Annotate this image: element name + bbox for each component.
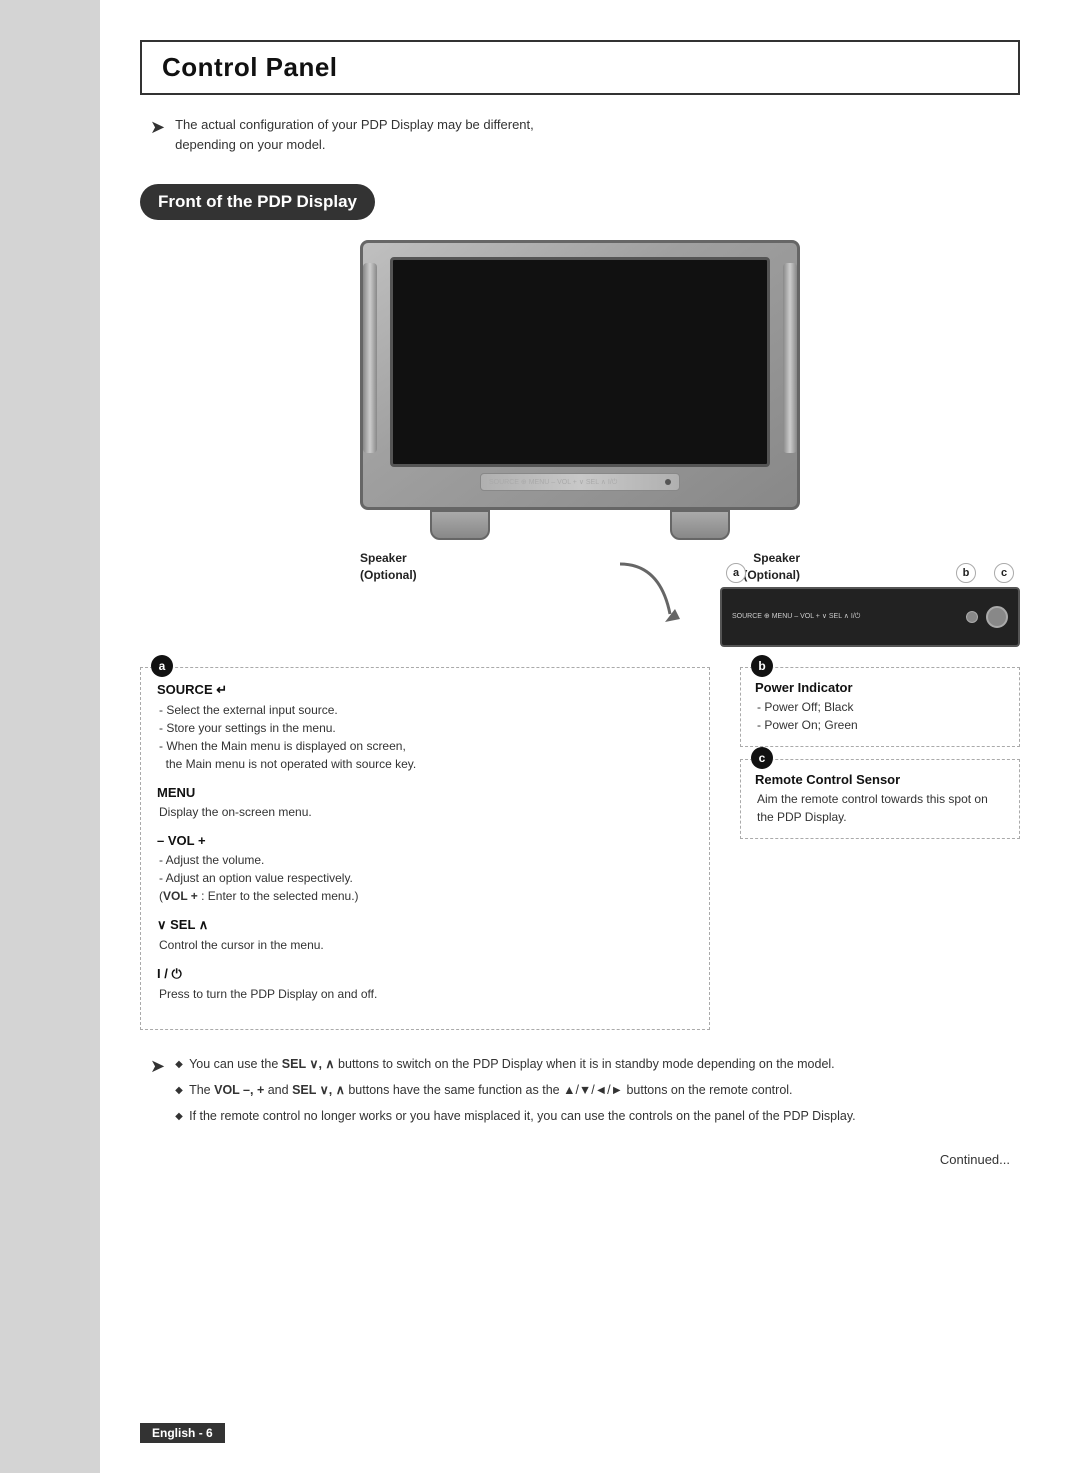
desc-source-title: SOURCE ↵	[157, 682, 693, 698]
tv-body: SOURCE ⊕ MENU – VOL + ∨ SEL ∧ I/⏻	[360, 240, 800, 510]
zoom-area: a b c SOURCE ⊕ MENU – VOL + ∨ SEL ∧ I/⏻	[140, 554, 1020, 647]
desc-c-text: Aim the remote control towards this spot…	[755, 790, 1005, 826]
desc-vol-text: - Adjust the volume. - Adjust an option …	[157, 851, 693, 905]
footer-bar: English - 6	[100, 1423, 1080, 1443]
desc-source: SOURCE ↵ - Select the external input sou…	[157, 682, 693, 773]
footer-lang: English - 6	[140, 1423, 225, 1443]
desc-c-title: Remote Control Sensor	[755, 772, 1005, 787]
desc-box-a: a SOURCE ↵ - Select the external input s…	[140, 667, 710, 1030]
panel-circle-labels: a b c	[720, 563, 1020, 583]
panel-led	[966, 611, 978, 623]
tv-side-bar-right	[783, 263, 797, 453]
page-title: Control Panel	[162, 52, 998, 83]
desc-b-text: - Power Off; Black - Power On; Green	[755, 698, 1005, 734]
desc-b-title: Power Indicator	[755, 680, 1005, 695]
tv-area: SOURCE ⊕ MENU – VOL + ∨ SEL ∧ I/⏻	[140, 240, 1020, 540]
desc-menu-title: MENU	[157, 785, 693, 800]
panel-closeup-inner: SOURCE ⊕ MENU – VOL + ∨ SEL ∧ I/⏻	[732, 612, 966, 621]
tv-led-dot	[665, 479, 671, 485]
note-row: ➤ The actual configuration of your PDP D…	[140, 115, 1020, 154]
tv-controls-bar: SOURCE ⊕ MENU – VOL + ∨ SEL ∧ I/⏻	[480, 473, 680, 491]
panel-label-a: a	[726, 563, 746, 583]
tv-stand-right	[670, 510, 730, 540]
panel-zoom-area: a b c SOURCE ⊕ MENU – VOL + ∨ SEL ∧ I/⏻	[720, 563, 1020, 647]
note-text: The actual configuration of your PDP Dis…	[175, 115, 534, 154]
circle-badge-b: b	[751, 655, 773, 677]
tv-stand-between	[490, 510, 670, 540]
content-area: Control Panel ➤ The actual configuration…	[100, 0, 1080, 1207]
desc-right: b Power Indicator - Power Off; Black - P…	[740, 667, 1020, 1030]
desc-box-c-label: c	[751, 747, 773, 769]
zoom-arrow-svg	[610, 554, 690, 634]
desc-menu-text: Display the on-screen menu.	[157, 803, 693, 821]
tv-side-bar-left	[363, 263, 377, 453]
descriptions-row: a SOURCE ↵ - Select the external input s…	[140, 667, 1020, 1030]
circle-badge-a: a	[151, 655, 173, 677]
bottom-notes-list: You can use the SEL ∨, ∧ buttons to swit…	[175, 1054, 856, 1132]
desc-source-text: - Select the external input source. - St…	[157, 701, 693, 773]
panel-label-c: c	[994, 563, 1014, 583]
desc-power: I / ⏻ Press to turn the PDP Display on a…	[157, 966, 693, 1003]
tv-stand-area	[360, 510, 800, 540]
desc-box-b-label: b	[751, 655, 773, 677]
bottom-notes-arrow-icon: ➤	[150, 1056, 165, 1077]
bottom-notes: ➤ You can use the SEL ∨, ∧ buttons to sw…	[140, 1054, 1020, 1132]
desc-sel: ∨ SEL ∧ Control the cursor in the menu.	[157, 917, 693, 954]
bottom-note-1: You can use the SEL ∨, ∧ buttons to swit…	[175, 1054, 856, 1074]
bottom-note-2: The VOL –, + and SEL ∨, ∧ buttons have t…	[175, 1080, 856, 1100]
desc-box-b: b Power Indicator - Power Off; Black - P…	[740, 667, 1020, 747]
tv-wrapper: SOURCE ⊕ MENU – VOL + ∨ SEL ∧ I/⏻	[360, 240, 800, 540]
desc-sel-title: ∨ SEL ∧	[157, 917, 693, 933]
desc-sel-text: Control the cursor in the menu.	[157, 936, 693, 954]
page-wrapper: Control Panel ➤ The actual configuration…	[0, 0, 1080, 1473]
desc-box-c: c Remote Control Sensor Aim the remote c…	[740, 759, 1020, 839]
desc-box-a-label: a	[151, 655, 173, 677]
desc-power-title: I / ⏻	[157, 966, 693, 982]
tv-controls-text: SOURCE ⊕ MENU – VOL + ∨ SEL ∧ I/⏻	[481, 478, 661, 487]
section-title: Front of the PDP Display	[158, 192, 357, 211]
tv-screen	[390, 257, 770, 467]
speaker-label-left: Speaker (Optional)	[360, 550, 417, 584]
panel-sensor-circle	[986, 606, 1008, 628]
left-sidebar	[0, 0, 100, 1473]
circle-badge-c: c	[751, 747, 773, 769]
desc-vol-title: – VOL +	[157, 833, 693, 848]
desc-power-text: Press to turn the PDP Display on and off…	[157, 985, 693, 1003]
desc-menu: MENU Display the on-screen menu.	[157, 785, 693, 821]
panel-label-b: b	[956, 563, 976, 583]
desc-vol: – VOL + - Adjust the volume. - Adjust an…	[157, 833, 693, 905]
bottom-note-3: If the remote control no longer works or…	[175, 1106, 856, 1126]
panel-closeup: SOURCE ⊕ MENU – VOL + ∨ SEL ∧ I/⏻	[720, 587, 1020, 647]
panel-button-labels: SOURCE ⊕ MENU – VOL + ∨ SEL ∧ I/⏻	[732, 612, 860, 621]
page-title-bar: Control Panel	[140, 40, 1020, 95]
continued-text: Continued...	[140, 1152, 1020, 1167]
zoom-arrow-container	[610, 554, 690, 637]
tv-stand-left	[430, 510, 490, 540]
section-title-bar: Front of the PDP Display	[140, 184, 375, 220]
note-arrow-icon: ➤	[150, 117, 165, 138]
